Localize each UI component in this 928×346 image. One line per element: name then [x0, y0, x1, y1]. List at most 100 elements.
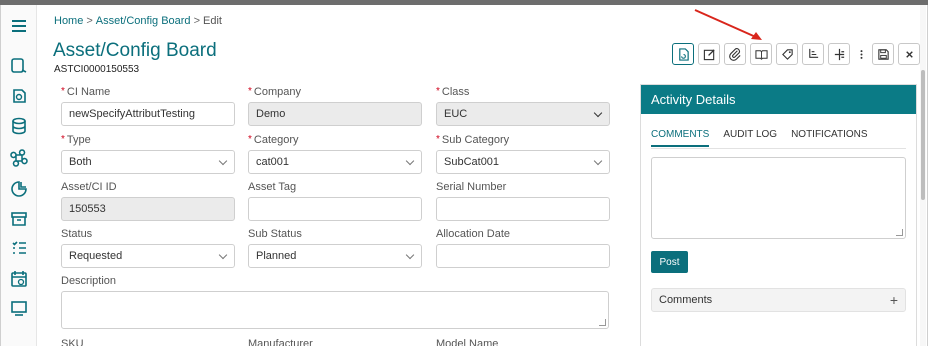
- attachment-button[interactable]: [724, 43, 746, 65]
- type-field: * Type Both: [61, 133, 235, 174]
- sub-category-field: * Sub Category SubCat001: [436, 133, 610, 174]
- description-textarea[interactable]: [61, 291, 609, 329]
- required-marker: *: [436, 134, 440, 145]
- annotation-arrow-icon: [694, 9, 762, 40]
- monitor-icon[interactable]: [8, 297, 30, 319]
- database-icon[interactable]: [8, 115, 30, 137]
- scrollbar-thumb[interactable]: [921, 70, 925, 200]
- activity-details-title: Activity Details: [641, 85, 916, 114]
- book-icon: [754, 49, 768, 60]
- calendar-icon[interactable]: [8, 268, 30, 290]
- required-marker: *: [248, 86, 252, 97]
- attachment-icon: [728, 47, 741, 61]
- activity-details-panel: Activity Details COMMENTS AUDIT LOG NOTI…: [640, 84, 917, 346]
- service-icon[interactable]: [8, 85, 30, 107]
- comment-textarea[interactable]: [651, 157, 906, 239]
- asset-tag-field: Asset Tag: [248, 180, 422, 221]
- status-field: Status Requested: [61, 227, 235, 268]
- relations-icon: [808, 48, 818, 58]
- command-icon[interactable]: [8, 147, 30, 169]
- record-toolbar: [672, 43, 920, 67]
- breadcrumb-separator: >: [86, 15, 93, 27]
- sidebar: [1, 5, 37, 346]
- record-id: ASTCI0000150553: [54, 64, 140, 75]
- category-label-text: Category: [253, 134, 299, 146]
- sub-category-select[interactable]: SubCat001: [436, 150, 610, 174]
- book-button[interactable]: [750, 43, 772, 65]
- save-button[interactable]: [872, 43, 894, 65]
- ci-name-input[interactable]: newSpecifyAttributTesting: [61, 102, 235, 126]
- close-icon: [905, 50, 913, 58]
- hierarchy-button[interactable]: [828, 43, 850, 65]
- post-button[interactable]: Post: [651, 251, 688, 273]
- report-icon[interactable]: [8, 178, 30, 200]
- save-refresh-button[interactable]: [672, 43, 694, 65]
- archive-icon[interactable]: [8, 208, 30, 230]
- sub-status-select[interactable]: Planned: [248, 244, 422, 268]
- resize-handle-icon[interactable]: [599, 319, 606, 326]
- more-options-button[interactable]: [854, 43, 868, 65]
- company-input: Demo: [248, 102, 422, 126]
- more-icon: [860, 49, 862, 59]
- company-field: * Company Demo: [248, 85, 422, 126]
- model-name-label: Model Name: [436, 338, 499, 346]
- allocation-date-input[interactable]: [436, 244, 610, 268]
- tab-audit-log[interactable]: AUDIT LOG: [723, 129, 777, 147]
- tag-button[interactable]: [776, 43, 798, 65]
- description-field: Description: [61, 274, 609, 329]
- tab-comments[interactable]: COMMENTS: [651, 129, 710, 147]
- edit-button[interactable]: [698, 43, 720, 65]
- serial-number-input[interactable]: [436, 197, 610, 221]
- asset-ci-id-field: Asset/CI ID 150553: [61, 180, 235, 221]
- ci-name-field: * CI Name newSpecifyAttributTesting: [61, 85, 235, 126]
- required-marker: *: [436, 86, 440, 97]
- asset-ci-id-input: 150553: [61, 197, 235, 221]
- required-marker: *: [61, 86, 65, 97]
- breadcrumb-separator: >: [193, 15, 200, 27]
- company-label: * Company: [248, 85, 422, 99]
- tab-notifications[interactable]: NOTIFICATIONS: [791, 129, 867, 147]
- ci-name-label: * CI Name: [61, 85, 235, 99]
- page-title: Asset/Config Board: [53, 40, 217, 61]
- request-icon[interactable]: [8, 55, 30, 77]
- tab-divider: [651, 148, 906, 149]
- edit-icon: [703, 48, 715, 60]
- allocation-date-field: Allocation Date: [436, 227, 610, 268]
- type-select[interactable]: Both: [61, 150, 235, 174]
- expand-plus-icon[interactable]: +: [890, 292, 898, 308]
- category-field: * Category cat001: [248, 133, 422, 174]
- sub-category-label-text: Sub Category: [441, 134, 510, 146]
- description-label: Description: [61, 275, 117, 287]
- breadcrumb-current: Edit: [203, 15, 222, 27]
- serial-number-label: Serial Number: [436, 181, 507, 193]
- required-marker: *: [248, 134, 252, 145]
- asset-tag-input[interactable]: [248, 197, 422, 221]
- comments-accordion[interactable]: Comments +: [651, 288, 906, 312]
- class-label-text: Class: [441, 86, 470, 98]
- class-select[interactable]: EUC: [436, 102, 610, 126]
- activity-tabs: COMMENTS AUDIT LOG NOTIFICATIONS: [651, 129, 868, 147]
- manufacturer-label: Manufacturer: [248, 338, 313, 346]
- class-label: * Class: [436, 85, 610, 99]
- status-select[interactable]: Requested: [61, 244, 235, 268]
- menu-icon[interactable]: [8, 15, 30, 37]
- company-label-text: Company: [253, 86, 301, 98]
- allocation-date-label: Allocation Date: [436, 228, 510, 240]
- sku-label: SKU: [61, 338, 84, 346]
- breadcrumb-section-link[interactable]: Asset/Config Board: [96, 15, 191, 27]
- hierarchy-icon: [834, 48, 844, 60]
- status-label: Status: [61, 228, 93, 240]
- breadcrumb-home-link[interactable]: Home: [54, 15, 83, 27]
- serial-number-field: Serial Number: [436, 180, 610, 221]
- breadcrumb: Home > Asset/Config Board > Edit: [54, 15, 222, 27]
- asset-ci-id-label: Asset/CI ID: [61, 181, 117, 193]
- relations-button[interactable]: [802, 43, 824, 65]
- category-select[interactable]: cat001: [248, 150, 422, 174]
- list-icon[interactable]: [8, 237, 30, 259]
- comments-accordion-label: Comments: [659, 294, 713, 306]
- type-label-text: Type: [66, 134, 91, 146]
- close-button[interactable]: [898, 43, 920, 65]
- resize-handle-icon[interactable]: [896, 229, 903, 236]
- sub-status-field: Sub Status Planned: [248, 227, 422, 268]
- sub-category-label: * Sub Category: [436, 133, 610, 147]
